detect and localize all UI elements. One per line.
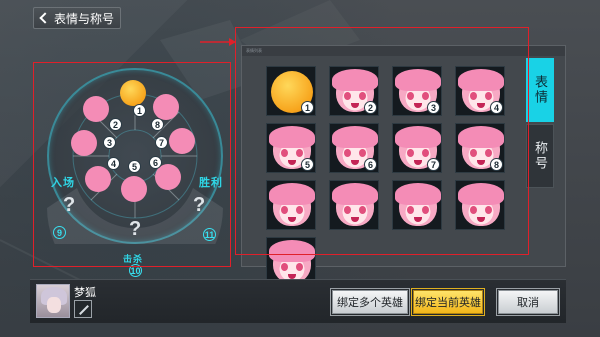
emote-cell[interactable]: 3 [392,66,442,116]
emote-eye [485,149,492,157]
wheel-badge-2: 2 [109,118,122,131]
emote-eye [344,92,351,100]
emote-eye [422,149,429,157]
emote-eye [281,263,288,271]
emote-eye [470,149,477,157]
emote-mouth [288,217,296,222]
emote-mouth [414,103,422,108]
emote-wheel: 1 2 3 4 5 6 7 8 入场 胜利 击杀 ? ? ? 9 10 11 [33,62,231,277]
emote-cell[interactable] [329,180,379,230]
emote-badge: 8 [490,158,503,171]
emote-cell[interactable]: 6 [329,123,379,173]
emote-eye [359,206,366,214]
emote-mouth [477,160,485,165]
emote-eye [359,149,366,157]
emote-mouth [414,217,422,222]
hero-avatar [36,284,70,318]
emote-eye [344,206,351,214]
wheel-caption-entry: 入场 [51,177,75,189]
emote-face-pink [269,183,315,226]
wheel-slot-5[interactable] [121,176,147,202]
wheel-slot-4[interactable] [85,166,111,192]
emote-panel: 表情列表 1 2 3 4 5 6 7 8 [241,45,566,287]
wheel-slot-3[interactable] [71,130,97,156]
emote-face-pink [458,183,504,226]
emote-eye [407,149,414,157]
emote-eye [281,206,288,214]
emote-cell[interactable]: 4 [455,66,505,116]
emote-cell[interactable] [266,180,316,230]
wheel-caption-victory: 胜利 [199,177,223,189]
back-button-label: 表情与称号 [54,11,115,26]
emote-eye [470,92,477,100]
emote-eye [296,149,303,157]
emote-eye [359,92,366,100]
wheel-badge-4: 4 [107,157,120,170]
emote-eye [407,92,414,100]
bind-multiple-heroes-button[interactable]: 绑定多个英雄 [332,290,408,314]
wheel-badge-11: 11 [203,228,216,241]
emote-mouth [351,217,359,222]
emote-face-pink [395,183,441,226]
emote-badge: 7 [427,158,440,171]
tab-emotes[interactable]: 表情 [526,58,554,122]
emote-mouth [351,103,359,108]
wheel-badge-7: 7 [155,136,168,149]
wheel-caption-kill: 击杀 [123,254,144,264]
emote-eye [470,206,477,214]
wheel-slot-7[interactable] [169,128,195,154]
emote-eye [281,149,288,157]
back-button[interactable]: 表情与称号 [33,7,121,29]
emote-cell[interactable] [392,180,442,230]
emote-badge: 2 [364,101,377,114]
empty-slot-kill[interactable]: ? [129,218,141,241]
emote-eye [296,206,303,214]
emote-cell[interactable]: 2 [329,66,379,116]
emote-eye [344,149,351,157]
empty-slot-victory[interactable]: ? [193,194,205,217]
emote-cell[interactable]: 5 [266,123,316,173]
wheel-badge-8: 8 [151,118,164,131]
wheel-badge-9: 9 [53,226,66,239]
bind-current-hero-button[interactable]: 绑定当前英雄 [413,290,483,314]
wheel-slot-2[interactable] [83,96,109,122]
emote-cell[interactable]: 8 [455,123,505,173]
emote-badge: 3 [427,101,440,114]
cancel-button[interactable]: 取消 [498,290,558,314]
bottom-bar [30,279,566,323]
emote-badge: 6 [364,158,377,171]
panel-header: 表情列表 [242,46,565,56]
emote-face-pink [332,183,378,226]
emote-eye [296,263,303,271]
emote-badge: 4 [490,101,503,114]
wheel-slot-8[interactable] [153,94,179,120]
wheel-slot-1[interactable] [120,80,146,106]
emote-eye [485,92,492,100]
wheel-badge-10: 10 [129,264,142,277]
wheel-badge-1: 1 [133,104,146,117]
hero-name: 梦狐 [74,287,96,299]
emote-mouth [414,160,422,165]
emote-eye [407,206,414,214]
emote-mouth [477,103,485,108]
emote-cell[interactable] [455,180,505,230]
tab-titles[interactable]: 称号 [526,124,554,188]
emote-eye [422,206,429,214]
emote-eye [422,92,429,100]
emote-mouth [351,160,359,165]
emote-face-pink [269,240,315,283]
emote-mouth [477,217,485,222]
emote-badge: 5 [301,158,314,171]
hero-weapon-icon [74,300,92,318]
emote-cell[interactable]: 7 [392,123,442,173]
emote-mouth [288,160,296,165]
emote-cell[interactable]: 1 [266,66,316,116]
wheel-badge-3: 3 [103,136,116,149]
wheel-badge-5: 5 [128,160,141,173]
chevron-left-icon [39,12,51,24]
wheel-badge-6: 6 [149,156,162,169]
empty-slot-entry[interactable]: ? [63,194,75,217]
emote-eye [485,206,492,214]
emote-badge: 1 [301,101,314,114]
